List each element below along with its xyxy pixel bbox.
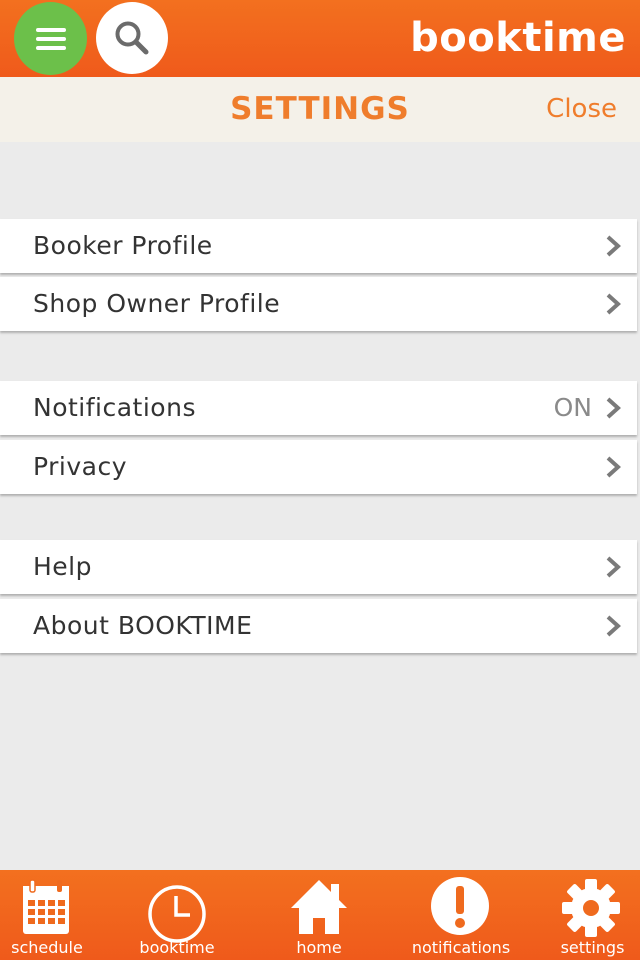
nav-schedule[interactable]: schedule [0,870,94,960]
hamburger-icon [35,27,66,50]
calendar-icon [23,879,69,934]
nav-settings[interactable]: settings [545,870,640,960]
settings-item-shop-owner-profile[interactable]: Shop Owner Profile [0,277,637,331]
top-bar: booktime [0,0,640,77]
settings-item-label: Help [33,552,92,581]
nav-label: notifications [411,938,511,957]
settings-item-notifications[interactable]: Notifications ON [0,381,637,435]
search-button[interactable] [96,2,168,74]
settings-item-label: Shop Owner Profile [33,289,281,318]
chevron-right-icon [606,556,621,578]
settings-item-label: Notifications [33,393,196,422]
gear-icon [562,879,620,937]
chevron-right-icon [606,293,621,315]
settings-item-label: Booker Profile [33,231,213,260]
nav-label: settings [560,938,625,957]
nav-label: booktime [139,938,215,957]
search-icon [115,21,149,55]
settings-item-booker-profile[interactable]: Booker Profile [0,219,637,273]
settings-item-help[interactable]: Help [0,540,637,594]
settings-item-about[interactable]: About BOOKTIME [0,599,637,653]
chevron-right-icon [606,456,621,478]
settings-item-label: Privacy [33,452,128,481]
nav-notifications[interactable]: notifications [406,870,516,960]
chevron-right-icon [606,235,621,257]
brand-logo: booktime [410,15,626,61]
settings-item-privacy[interactable]: Privacy [0,440,637,494]
notifications-status-value: ON [553,393,592,422]
close-button[interactable]: Close [546,77,617,142]
settings-item-label: About BOOKTIME [33,611,253,640]
nav-label: home [296,938,342,957]
settings-header: SETTINGS Close [0,77,640,142]
chevron-right-icon [606,397,621,419]
nav-booktime[interactable]: booktime [130,870,224,960]
home-icon [291,880,347,934]
clock-icon [148,885,206,943]
nav-home[interactable]: home [272,870,366,960]
bottom-nav: schedule booktime home notifications set… [0,870,640,960]
menu-button[interactable] [14,2,87,75]
nav-label: schedule [11,938,83,957]
chevron-right-icon [606,615,621,637]
page-title: SETTINGS [230,91,410,127]
alert-icon [431,877,489,935]
